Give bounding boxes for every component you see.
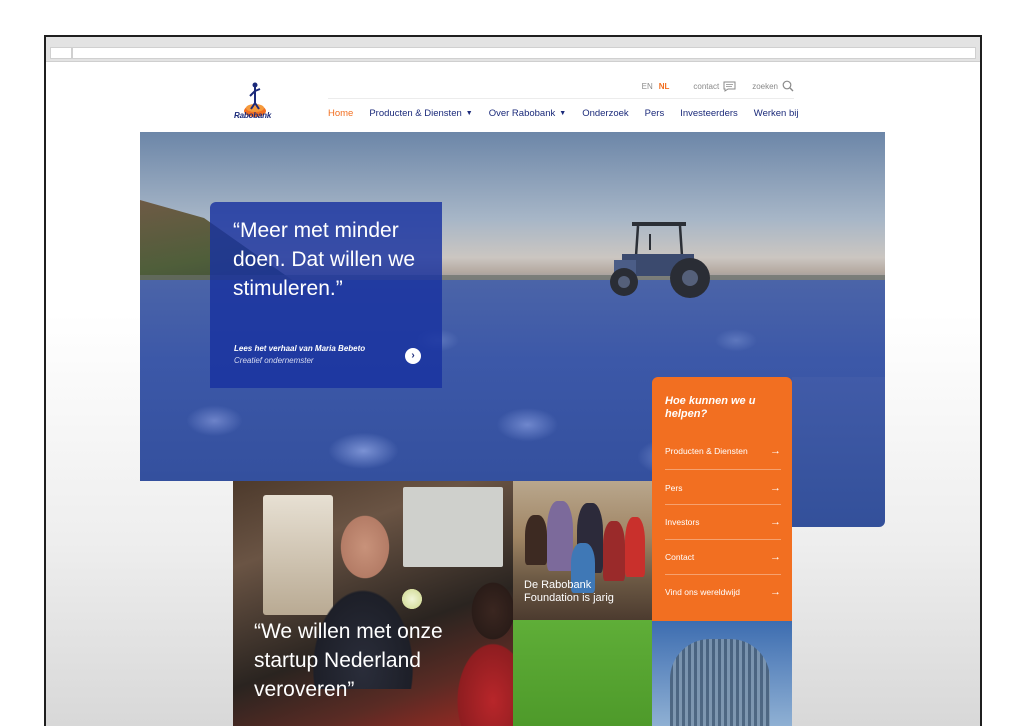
nav-investeerders[interactable]: Investeerders (680, 108, 738, 119)
nav-onderzoek[interactable]: Onderzoek (582, 108, 628, 119)
help-panel: Hoe kunnen we u helpen? Producten & Dien… (652, 377, 792, 621)
help-item-producten-diensten[interactable]: Producten & Diensten → (665, 445, 781, 457)
lang-nl[interactable]: NL (659, 82, 670, 91)
nav-label: Producten & Diensten (369, 108, 462, 119)
child-photo (547, 501, 573, 571)
child-photo (603, 521, 625, 581)
startup-quote: “We willen met onze startup Nederland ve… (254, 620, 443, 701)
divider (665, 504, 781, 505)
logo-text[interactable]: Rabobank (234, 111, 271, 120)
chevron-right-icon[interactable]: › (405, 348, 421, 364)
nav-pers[interactable]: Pers (645, 108, 665, 119)
main-nav: Home Producten & Diensten ▼ Over Rabobank… (328, 108, 814, 119)
help-item-label: Producten & Diensten (665, 446, 748, 456)
hero-quote-panel[interactable]: “Meer met minder doen. Dat willen we sti… (210, 202, 442, 388)
help-item-pers[interactable]: Pers → (665, 482, 781, 494)
divider (665, 574, 781, 575)
help-item-investors[interactable]: Investors → (665, 516, 781, 528)
help-item-label: Pers (665, 483, 683, 493)
search-icon (782, 80, 794, 92)
help-item-label: Contact (665, 552, 695, 562)
contact-link[interactable]: contact (693, 81, 736, 92)
header-divider (328, 98, 794, 99)
nav-producten-diensten[interactable]: Producten & Diensten ▼ (369, 108, 472, 119)
tractor-image (610, 222, 710, 298)
foundation-text: De Rabobank Foundation is jarig (524, 579, 614, 604)
flowers-image (399, 589, 425, 609)
foundation-tile[interactable]: De Rabobank Foundation is jarig (513, 481, 652, 620)
green-tile[interactable] (513, 620, 652, 726)
chat-bubble-icon (723, 81, 736, 92)
caret-down-icon: ▼ (465, 110, 473, 117)
building-image (670, 639, 770, 726)
nav-over-rabobank[interactable]: Over Rabobank ▼ (489, 108, 566, 119)
arrow-right-icon: → (770, 516, 781, 528)
help-item-vind-ons-wereldwijd[interactable]: Vind ons wereldwijd → (665, 586, 781, 598)
hero-quote: “Meer met minder doen. Dat willen we sti… (233, 219, 416, 300)
top-meta-bar: EN NL contact zoeken (642, 80, 794, 92)
address-bar[interactable] (72, 47, 976, 59)
child-photo (625, 517, 645, 577)
building-tile[interactable] (652, 621, 792, 726)
page: Rabobank EN NL contact zoeken Home Produ… (46, 62, 980, 726)
arrow-right-icon: → (770, 482, 781, 494)
nav-werken-bij[interactable]: Werken bij (754, 108, 799, 119)
nav-label: Werken bij (753, 108, 799, 119)
startup-story-tile[interactable]: “We willen met onze startup Nederland ve… (233, 481, 513, 726)
help-item-label: Investors (665, 517, 700, 527)
help-item-contact[interactable]: Contact → (665, 551, 781, 563)
arrow-right-icon: → (770, 586, 781, 598)
window-controls[interactable] (52, 40, 70, 53)
search-label: zoeken (752, 81, 778, 91)
help-title: Hoe kunnen we u helpen? (665, 395, 756, 420)
child-photo (525, 515, 547, 565)
arrow-right-icon: → (770, 445, 781, 457)
browser-chrome (46, 37, 980, 62)
story-link[interactable]: Lees het verhaal van Maria Bebeto (234, 344, 365, 353)
search-link[interactable]: zoeken (752, 80, 794, 92)
nav-label: Over Rabobank (488, 108, 556, 119)
caret-down-icon: ▼ (559, 110, 567, 117)
nav-label: Pers (644, 108, 665, 119)
browser-window: Rabobank EN NL contact zoeken Home Produ… (44, 35, 982, 726)
divider (665, 469, 781, 470)
divider (665, 539, 781, 540)
browser-tab[interactable] (50, 47, 72, 59)
help-item-label: Vind ons wereldwijd (665, 587, 740, 597)
story-subtitle: Creatief ondernemster (234, 356, 314, 365)
arrow-right-icon: → (770, 551, 781, 563)
nav-label: Investeerders (680, 108, 738, 119)
contact-label: contact (693, 81, 720, 91)
nav-label: Home (328, 108, 354, 119)
hero-image-extension (792, 377, 885, 527)
nav-label: Onderzoek (582, 108, 629, 119)
nav-home[interactable]: Home (328, 108, 353, 119)
lang-en[interactable]: EN (642, 82, 653, 91)
